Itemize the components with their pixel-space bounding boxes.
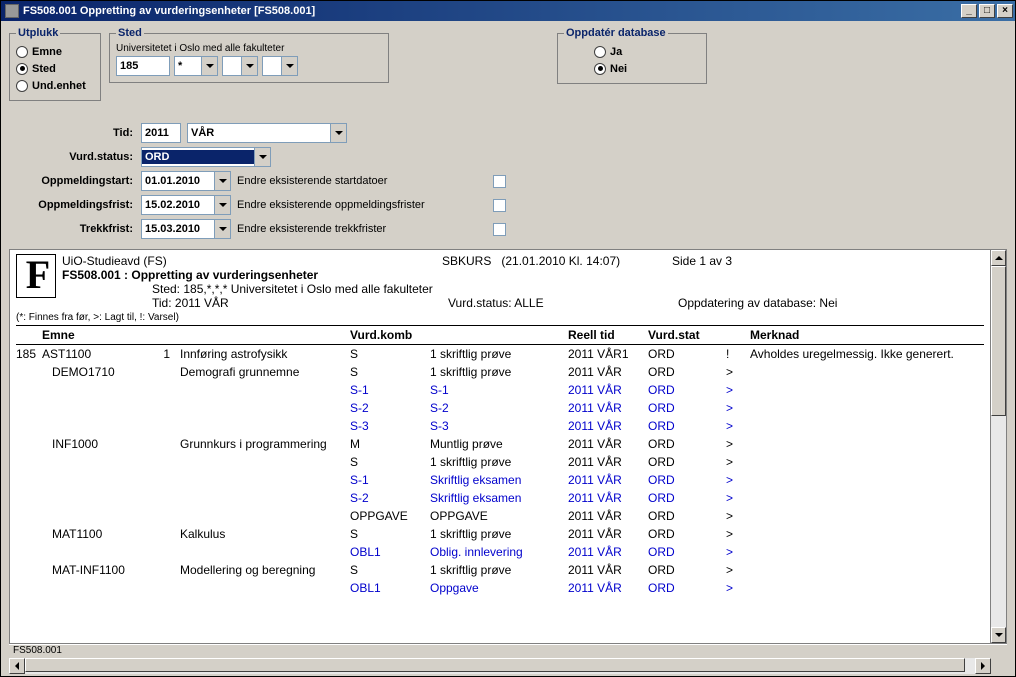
trekk-label: Trekkfrist:: [9, 223, 135, 235]
report-org: UiO-Studieavd (FS): [62, 254, 442, 268]
radio-icon: [594, 46, 606, 58]
oppmfrist-checkbox[interactable]: [493, 199, 506, 212]
utplukk-legend: Utplukk: [16, 27, 60, 39]
maximize-button[interactable]: □: [979, 4, 995, 18]
report-note: (*: Finnes fra før, >: Lagt til, !: Vars…: [16, 312, 984, 323]
table-row[interactable]: DEMO1710Demografi grunnemneS1 skriftlig …: [16, 363, 984, 381]
vurdstatus-label: Vurd.status:: [9, 151, 135, 163]
vurdstatus-combo[interactable]: ORD: [141, 147, 271, 167]
table-row[interactable]: MAT1100KalkulusS1 skriftlig prøve2011 VÅ…: [16, 525, 984, 543]
form-area: Tid: 2011 VÅR Vurd.status: ORD Oppmeldin…: [9, 121, 1007, 241]
report-body: F UiO-Studieavd (FS) SBKURS (21.01.2010 …: [10, 250, 990, 643]
table-row[interactable]: S-1S-12011 VÅRORD>: [16, 381, 984, 399]
sted-input-1[interactable]: 185: [116, 56, 170, 76]
table-row[interactable]: OBL1Oppgave2011 VÅRORD>: [16, 579, 984, 597]
app-window: FS508.001 Oppretting av vurderingsenhete…: [0, 0, 1016, 677]
chevron-down-icon[interactable]: [201, 57, 217, 75]
horizontal-scrollbar[interactable]: [9, 658, 1007, 674]
minimize-button[interactable]: _: [961, 4, 977, 18]
radio-sted[interactable]: Sted: [16, 60, 94, 77]
oppmfrist-label: Oppmeldingsfrist:: [9, 199, 135, 211]
table-row[interactable]: S1 skriftlig prøve2011 VÅRORD>: [16, 453, 984, 471]
report-timestamp: (21.01.2010 Kl. 14:07): [501, 254, 620, 268]
table-row[interactable]: S-3S-32011 VÅRORD>: [16, 417, 984, 435]
status-bar: FS508.001: [9, 644, 1007, 658]
report-tid-line: Tid: 2011 VÅR: [152, 296, 448, 310]
table-row[interactable]: 185AST11001Innføring astrofysikkS1 skrif…: [16, 345, 984, 363]
radio-icon: [16, 63, 28, 75]
table-row[interactable]: OBL1Oblig. innlevering2011 VÅRORD>: [16, 543, 984, 561]
oppmstart-combo[interactable]: 01.01.2010: [141, 171, 231, 191]
app-icon: [5, 4, 19, 18]
trekk-chk-label: Endre eksisterende trekkfrister: [237, 223, 487, 235]
scroll-corner: [991, 658, 1007, 674]
oppdater-legend: Oppdatér database: [564, 27, 668, 39]
scroll-down-button[interactable]: [991, 627, 1006, 643]
tid-sem-combo[interactable]: VÅR: [187, 123, 347, 143]
oppmstart-checkbox[interactable]: [493, 175, 506, 188]
report-db-line: Oppdatering av database: Nei: [678, 296, 837, 310]
chevron-down-icon[interactable]: [214, 220, 230, 238]
report-table: Emne Vurd.komb Reell tid Vurd.stat Merkn…: [16, 325, 984, 597]
scroll-right-button[interactable]: [975, 658, 991, 674]
sted-legend: Sted: [116, 27, 144, 39]
radio-nei[interactable]: Nei: [564, 60, 700, 77]
radio-icon: [594, 63, 606, 75]
table-row[interactable]: S-1Skriftlig eksamen2011 VÅRORD>: [16, 471, 984, 489]
radio-undenhet[interactable]: Und.enhet: [16, 77, 94, 94]
content-area: Utplukk Emne Sted Und.enhet Sted Univers…: [1, 21, 1015, 676]
vertical-scrollbar[interactable]: [990, 250, 1006, 643]
report-sted-line: Sted: 185,*,*,* Universitetet i Oslo med…: [62, 282, 984, 296]
report-panel: F UiO-Studieavd (FS) SBKURS (21.01.2010 …: [9, 249, 1007, 644]
sted-combo-4[interactable]: [262, 56, 298, 76]
oppmfrist-chk-label: Endre eksisterende oppmeldingsfrister: [237, 199, 487, 211]
chevron-down-icon[interactable]: [214, 196, 230, 214]
table-row[interactable]: S-2Skriftlig eksamen2011 VÅRORD>: [16, 489, 984, 507]
chevron-down-icon[interactable]: [254, 148, 270, 166]
report-sys: SBKURS: [442, 254, 491, 268]
table-row[interactable]: OPPGAVEOPPGAVE2011 VÅRORD>: [16, 507, 984, 525]
scroll-up-button[interactable]: [991, 250, 1006, 266]
report-title: FS508.001 : Oppretting av vurderingsenhe…: [62, 268, 984, 282]
table-row[interactable]: INF1000Grunnkurs i programmeringMMuntlig…: [16, 435, 984, 453]
chevron-down-icon[interactable]: [241, 57, 257, 75]
table-rows: 185AST11001Innføring astrofysikkS1 skrif…: [16, 345, 984, 597]
report-vs-line: Vurd.status: ALLE: [448, 296, 678, 310]
radio-emne[interactable]: Emne: [16, 43, 94, 60]
oppmstart-label: Oppmeldingstart:: [9, 175, 135, 187]
close-button[interactable]: ×: [997, 4, 1013, 18]
tid-year-input[interactable]: 2011: [141, 123, 181, 143]
trekk-combo[interactable]: 15.03.2010: [141, 219, 231, 239]
hscroll-thumb[interactable]: [25, 658, 965, 672]
tid-label: Tid:: [9, 127, 135, 139]
sted-caption: Universitetet i Oslo med alle fakulteter: [116, 43, 382, 54]
scroll-track[interactable]: [991, 266, 1006, 627]
utplukk-group: Utplukk Emne Sted Und.enhet: [9, 27, 101, 101]
fs-logo-icon: F: [16, 254, 56, 298]
report-page: Side 1 av 3: [672, 254, 732, 268]
table-row[interactable]: S-2S-22011 VÅRORD>: [16, 399, 984, 417]
radio-icon: [16, 46, 28, 58]
scroll-left-button[interactable]: [9, 658, 25, 674]
window-title: FS508.001 Oppretting av vurderingsenhete…: [23, 5, 315, 17]
radio-ja[interactable]: Ja: [564, 43, 700, 60]
sted-combo-3[interactable]: [222, 56, 258, 76]
sted-group: Sted Universitetet i Oslo med alle fakul…: [109, 27, 389, 83]
oppmfrist-combo[interactable]: 15.02.2010: [141, 195, 231, 215]
table-header: Emne Vurd.komb Reell tid Vurd.stat Merkn…: [16, 326, 984, 345]
title-bar[interactable]: FS508.001 Oppretting av vurderingsenhete…: [1, 1, 1015, 21]
chevron-down-icon[interactable]: [214, 172, 230, 190]
oppdater-group: Oppdatér database Ja Nei: [557, 27, 707, 84]
trekk-checkbox[interactable]: [493, 223, 506, 236]
radio-icon: [16, 80, 28, 92]
table-row[interactable]: MAT-INF1100Modellering og beregningS1 sk…: [16, 561, 984, 579]
hscroll-track[interactable]: [25, 658, 975, 674]
chevron-down-icon[interactable]: [330, 124, 346, 142]
oppmstart-chk-label: Endre eksisterende startdatoer: [237, 175, 487, 187]
sted-combo-2[interactable]: *: [174, 56, 218, 76]
scroll-thumb[interactable]: [991, 266, 1006, 416]
chevron-down-icon[interactable]: [281, 57, 297, 75]
